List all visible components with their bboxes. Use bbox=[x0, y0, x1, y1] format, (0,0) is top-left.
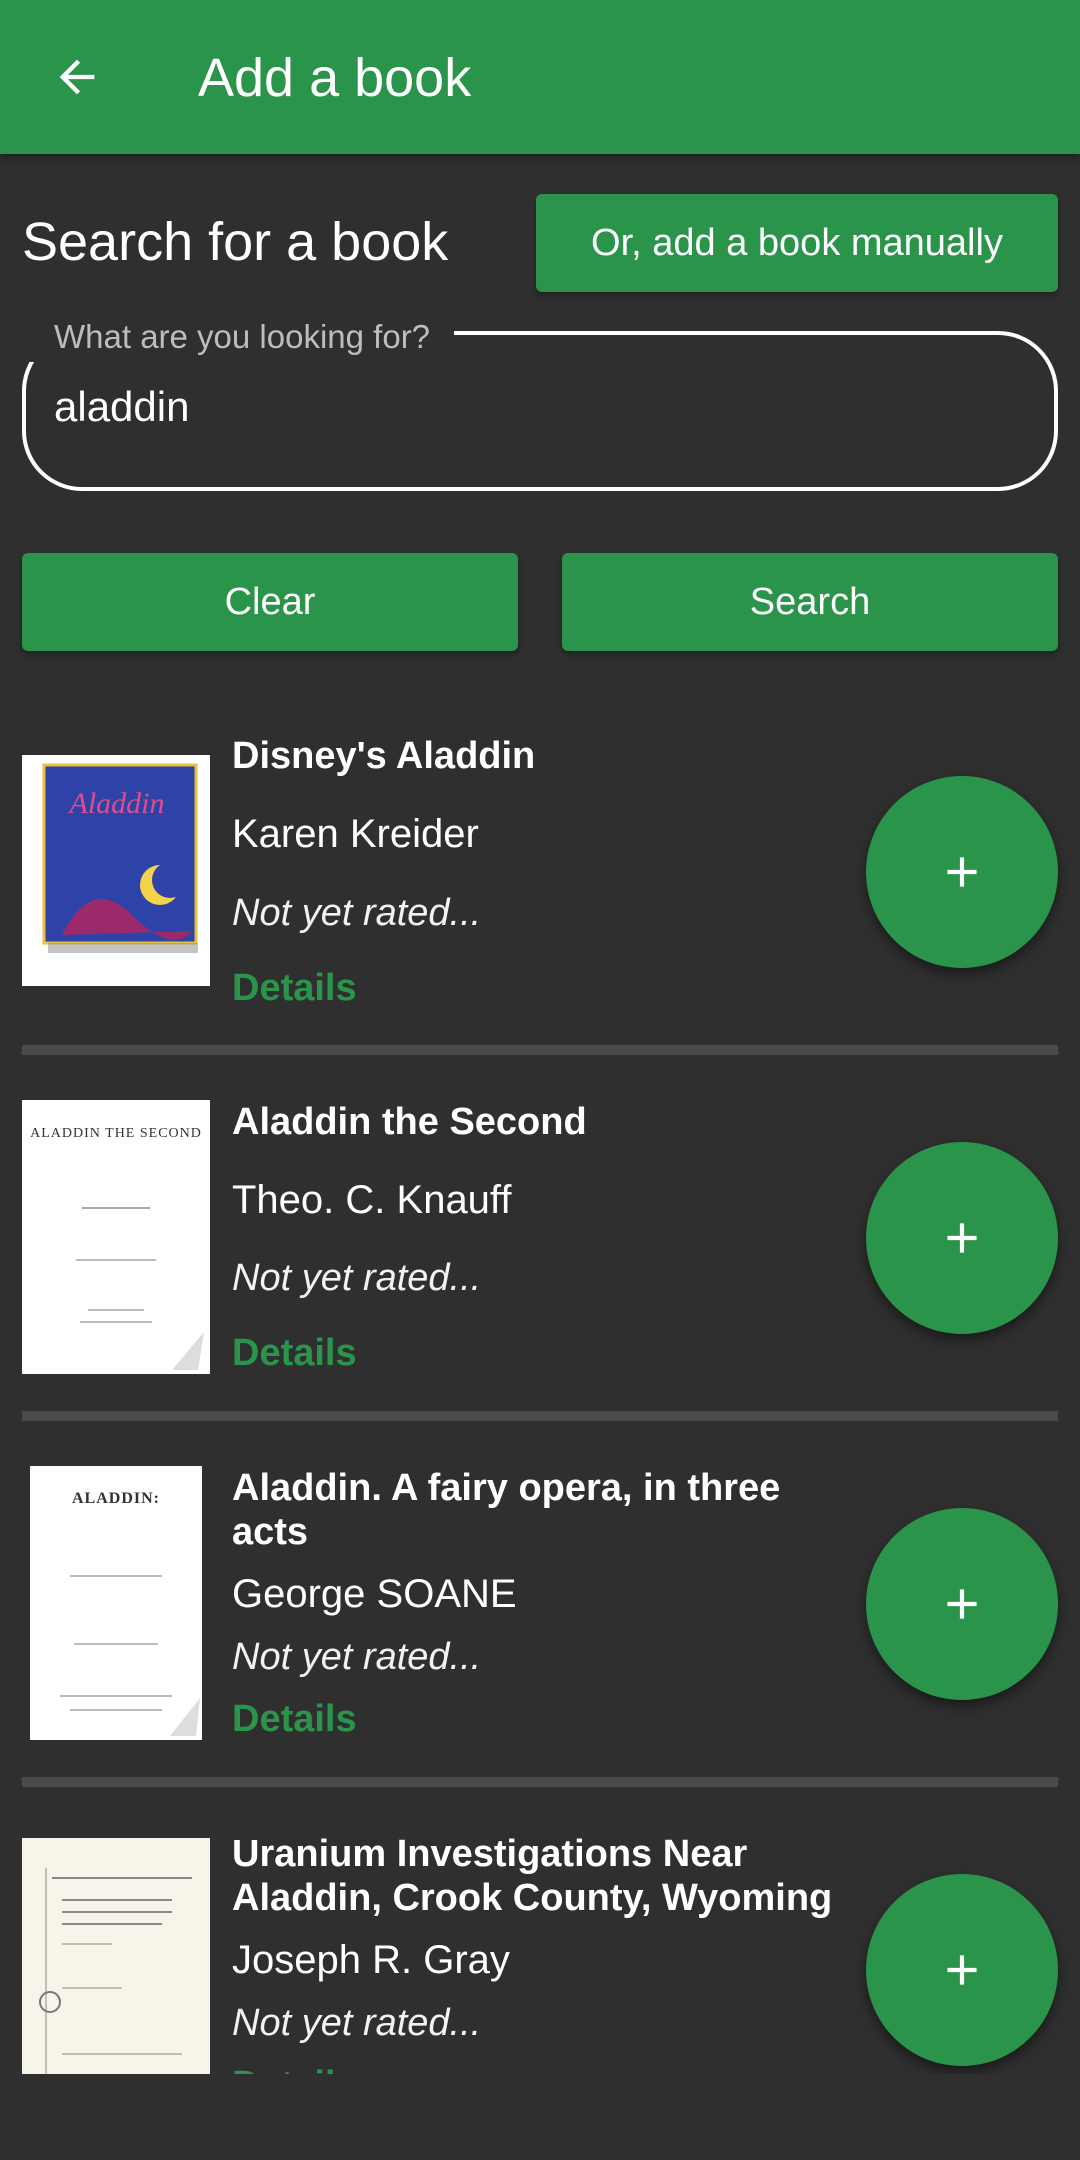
book-page-icon bbox=[60, 1575, 200, 1736]
result-item: ALADDIN: Aladdin. A fairy opera, in thre… bbox=[0, 1452, 1080, 1782]
book-page-icon bbox=[76, 1207, 204, 1370]
result-item: Aladdin Disney's Aladdin Karen Kreider N… bbox=[0, 720, 1080, 1050]
book-rating: Not yet rated... bbox=[232, 892, 482, 934]
add-book-button[interactable] bbox=[866, 1874, 1058, 2066]
add-book-button[interactable] bbox=[866, 1142, 1058, 1334]
plus-icon bbox=[947, 1223, 977, 1253]
results-list[interactable]: Aladdin Disney's Aladdin Karen Kreider N… bbox=[0, 0, 1080, 2074]
add-book-button[interactable] bbox=[866, 1508, 1058, 1700]
book-cover[interactable] bbox=[22, 1838, 210, 2074]
details-link[interactable]: Details bbox=[232, 1695, 357, 1743]
book-author: Karen Kreider bbox=[232, 812, 479, 856]
plus-icon bbox=[947, 1955, 977, 1985]
book-title: Uranium Investigations Near Aladdin, Cro… bbox=[232, 1833, 833, 1919]
details-link[interactable]: Details bbox=[232, 964, 357, 1012]
book-rating: Not yet rated... bbox=[232, 1257, 482, 1299]
book-cover[interactable]: ALADDIN THE SECOND bbox=[22, 1100, 210, 1374]
divider bbox=[22, 1045, 1058, 1055]
book-cover[interactable]: ALADDIN: bbox=[30, 1466, 202, 1740]
plus-icon bbox=[947, 1589, 977, 1619]
details-link[interactable]: Details bbox=[232, 1329, 357, 1377]
book-author: George SOANE bbox=[232, 1572, 517, 1616]
book-author: Theo. C. Knauff bbox=[232, 1178, 512, 1222]
details-link[interactable]: Details bbox=[232, 2061, 357, 2074]
book-title: Disney's Aladdin bbox=[232, 735, 536, 777]
book-author: Joseph R. Gray bbox=[232, 1938, 510, 1982]
book-rating: Not yet rated... bbox=[232, 1636, 482, 1678]
divider bbox=[22, 1777, 1058, 1787]
svg-text:Aladdin: Aladdin bbox=[68, 787, 165, 820]
book-cover[interactable]: Aladdin bbox=[22, 755, 210, 986]
result-item: ALADDIN THE SECOND Aladdin the Second Th… bbox=[0, 1086, 1080, 1416]
divider bbox=[22, 1411, 1058, 1421]
add-book-button[interactable] bbox=[866, 776, 1058, 968]
book-rating: Not yet rated... bbox=[232, 2002, 482, 2044]
plus-icon bbox=[947, 857, 977, 887]
disney-aladdin-cover-icon: Aladdin bbox=[22, 755, 210, 986]
result-item: Uranium Investigations Near Aladdin, Cro… bbox=[0, 1818, 1080, 2074]
book-title: Aladdin the Second bbox=[232, 1101, 587, 1143]
book-title: Aladdin. A fairy opera, in three acts bbox=[232, 1467, 781, 1553]
report-cover-icon bbox=[22, 1838, 210, 2074]
